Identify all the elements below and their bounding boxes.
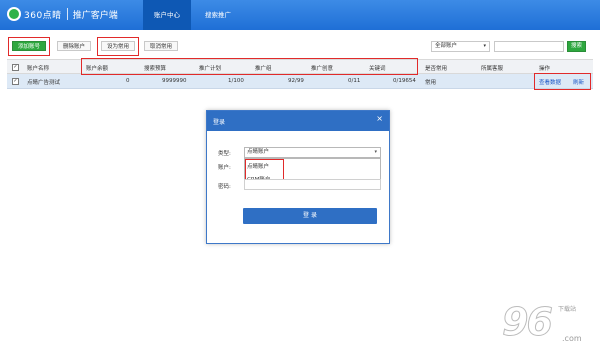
type-select[interactable]: 点睛账户 ▾: [244, 147, 381, 158]
highlight-box-add: [8, 37, 50, 56]
brand-name: 360点睛: [24, 10, 62, 21]
row-checkbox[interactable]: ✓: [12, 78, 19, 85]
select-all-checkbox[interactable]: ✓: [12, 64, 19, 71]
delete-account-button[interactable]: 删除账户: [57, 41, 91, 51]
login-dialog: 登录 × 类型: 点睛账户 ▾ 点睛账户 CRM账户 账户: 密码: 登 录: [206, 110, 390, 244]
cell-plans: 1/100: [228, 78, 244, 84]
cell-keywords: 0/19654: [393, 78, 416, 84]
cell-groups: 92/99: [288, 78, 304, 84]
col-service: 所属客服: [481, 66, 504, 72]
close-icon[interactable]: ×: [376, 115, 383, 123]
search-input[interactable]: [494, 41, 564, 52]
col-actions: 操作: [539, 66, 551, 72]
highlight-box-actions: [534, 73, 591, 90]
cell-account-name: 点睛广告测试: [27, 80, 61, 86]
cancel-common-button[interactable]: 取消常用: [144, 41, 178, 51]
watermark-domain: .com: [562, 334, 582, 343]
col-account-name: 账户名称: [27, 66, 50, 72]
highlight-box-stats-header: [81, 58, 418, 75]
brand-separator: [66, 8, 68, 20]
login-dialog-header: 登录 ×: [207, 111, 389, 131]
watermark-number: 96: [502, 300, 554, 345]
cell-creatives: 0/11: [348, 78, 361, 84]
cell-budget: 9999990: [162, 78, 187, 84]
brand-subtitle: 推广客户端: [72, 10, 118, 21]
account-filter-value: 全部账户: [435, 43, 458, 49]
highlight-box-set-common: [97, 37, 139, 56]
watermark: 96 下载站 .com: [502, 300, 598, 350]
table-row[interactable]: ✓ 点睛广告测试 0 9999990 1/100 92/99 0/11 0/19…: [7, 74, 593, 89]
chevron-down-icon: ▾: [374, 149, 377, 155]
type-select-value: 点睛账户: [247, 149, 270, 155]
cell-balance: 0: [126, 78, 130, 84]
watermark-sub: 下载站: [558, 306, 577, 313]
cell-common: 常用: [425, 80, 437, 86]
password-field[interactable]: [244, 179, 381, 190]
account-label: 账户:: [218, 165, 231, 171]
chevron-down-icon: ▾: [483, 43, 486, 49]
login-button[interactable]: 登 录: [243, 208, 377, 224]
col-common: 是否常用: [425, 66, 448, 72]
tab-account-center[interactable]: 账户中心: [143, 0, 191, 30]
login-dialog-title: 登录: [213, 119, 226, 126]
brand-logo-icon: [7, 7, 21, 21]
account-filter-select[interactable]: 全部账户 ▾: [431, 41, 490, 52]
search-button[interactable]: 搜索: [567, 41, 586, 52]
type-label: 类型:: [218, 151, 231, 157]
password-label: 密码:: [218, 184, 231, 190]
tab-search-promotion[interactable]: 搜索推广: [193, 0, 243, 30]
top-bar: 360点睛 推广客户端 账户中心 搜索推广: [0, 0, 600, 30]
brand-logo: 360点睛 推广客户端: [7, 7, 118, 21]
